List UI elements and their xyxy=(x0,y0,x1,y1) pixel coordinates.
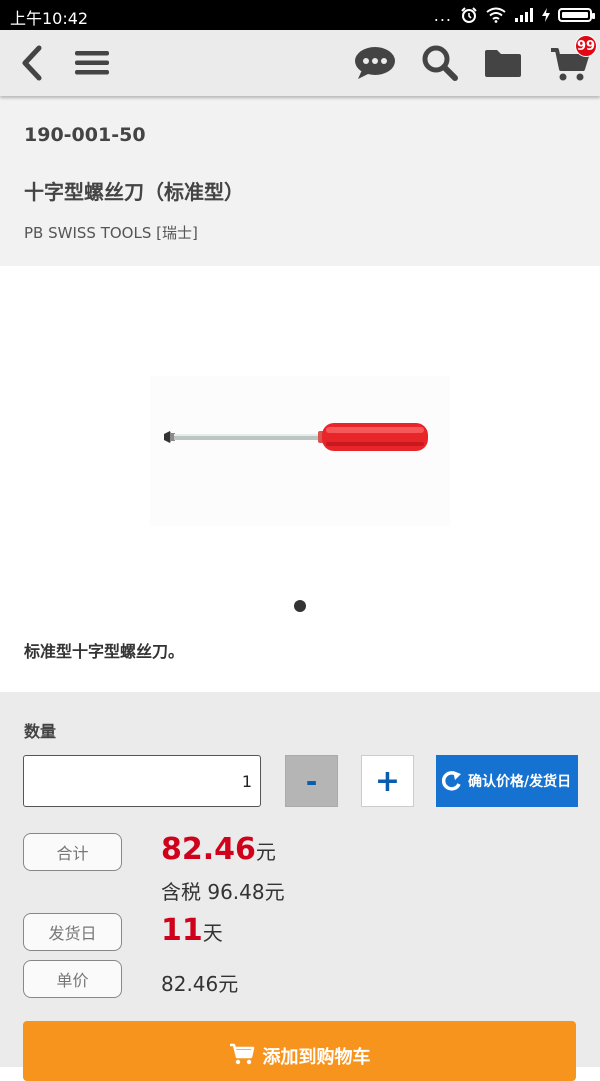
total-price: 82.46元 xyxy=(161,832,276,867)
decrease-quantity-button[interactable]: - xyxy=(285,755,338,807)
chat-button[interactable] xyxy=(352,30,398,96)
purchase-panel: 数量 - + 确认价格/发货日 合计 82.46元 含税 96.48元 发货日 … xyxy=(0,692,600,1081)
unit-price: 82.46元 xyxy=(161,972,239,996)
charging-icon xyxy=(542,8,550,22)
menu-button[interactable] xyxy=(72,30,112,96)
product-image-area: 标准型十字型螺丝刀。 xyxy=(0,266,600,692)
cart-icon xyxy=(229,1043,254,1065)
alarm-icon xyxy=(461,7,477,23)
total-value: 82.46 xyxy=(161,832,256,867)
delivery-days: 11天 xyxy=(161,913,223,948)
quantity-input[interactable] xyxy=(23,755,261,807)
delivery-value: 11 xyxy=(161,913,203,948)
product-image[interactable] xyxy=(150,376,450,526)
product-header: 190-001-50 十字型螺丝刀（标准型） PB SWISS TOOLS [瑞… xyxy=(0,96,600,266)
product-description: 标准型十字型螺丝刀。 xyxy=(24,642,185,661)
signal-icon xyxy=(515,8,533,22)
back-icon xyxy=(22,45,42,81)
product-brand: PB SWISS TOOLS [瑞士] xyxy=(24,224,198,242)
cart-badge: 99 xyxy=(575,35,597,57)
tax-included-price: 含税 96.48元 xyxy=(161,880,285,904)
product-sku: 190-001-50 xyxy=(24,124,146,146)
search-button[interactable] xyxy=(420,30,460,96)
search-icon xyxy=(422,45,458,81)
product-name: 十字型螺丝刀（标准型） xyxy=(24,180,244,204)
more-dots-icon: ... xyxy=(433,5,452,25)
carousel-indicator[interactable] xyxy=(294,600,306,612)
increase-quantity-button[interactable]: + xyxy=(361,755,414,807)
total-unit: 元 xyxy=(255,840,276,864)
add-to-cart-label: 添加到购物车 xyxy=(262,1047,371,1068)
wifi-icon xyxy=(486,7,506,23)
status-icons: ... xyxy=(433,4,595,26)
nav-bar: 99 xyxy=(0,30,600,96)
unit-price-tag: 单价 xyxy=(23,960,122,998)
chat-icon xyxy=(355,47,395,79)
quantity-label: 数量 xyxy=(24,722,57,741)
folder-icon xyxy=(485,50,521,77)
status-time: 上午10:42 xyxy=(10,9,89,28)
add-to-cart-button[interactable]: 添加到购物车 xyxy=(23,1021,576,1081)
cart-button[interactable]: 99 xyxy=(544,30,597,96)
total-tag: 合计 xyxy=(23,833,122,871)
folder-button[interactable] xyxy=(482,30,524,96)
status-bar: 上午10:42 ... xyxy=(0,0,600,30)
delivery-unit: 天 xyxy=(202,921,223,945)
delivery-tag: 发货日 xyxy=(23,913,122,951)
menu-icon xyxy=(75,51,109,75)
confirm-price-label: 确认价格/发货日 xyxy=(468,774,572,790)
back-button[interactable] xyxy=(14,30,50,96)
battery-icon xyxy=(558,8,595,22)
refresh-icon xyxy=(442,771,461,791)
confirm-price-button[interactable]: 确认价格/发货日 xyxy=(436,755,578,807)
